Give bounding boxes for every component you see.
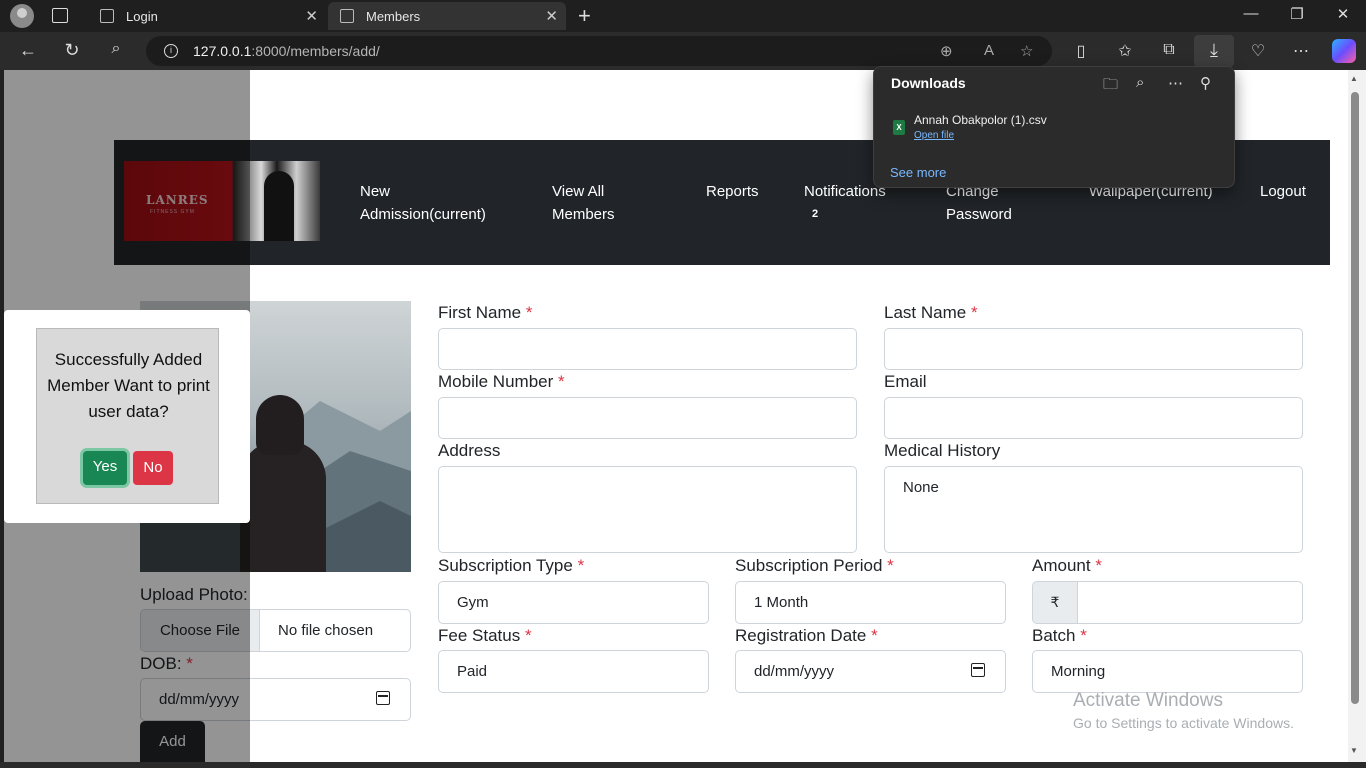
search-icon[interactable]: ⌕ [104,40,128,58]
scroll-down-icon[interactable]: ▼ [1350,746,1358,755]
amount-label: Amount * [1032,556,1102,575]
activate-windows-subtitle: Go to Settings to activate Windows. [1073,715,1294,731]
last-name-input[interactable] [884,328,1303,370]
hooded-person-head [256,395,304,455]
profile-avatar-icon[interactable] [10,4,34,28]
medical-history-value: None [903,479,939,496]
batch-select[interactable]: Morning [1032,650,1303,693]
nav-logout[interactable]: Logout [1260,180,1306,203]
email-input[interactable] [884,397,1303,439]
favorite-star-icon[interactable]: ☆ [1020,42,1033,60]
activate-windows-title: Activate Windows [1073,690,1223,711]
scroll-up-icon[interactable]: ▲ [1350,74,1358,83]
amount-input[interactable] [1077,581,1303,624]
nav-new-admission[interactable]: New Admission(current) [360,180,510,226]
favorites-icon[interactable]: ✩ [1113,41,1137,61]
registration-date-label: Registration Date * [735,626,878,645]
read-aloud-icon[interactable]: A [984,42,994,59]
subscription-type-value: Gym [457,594,489,611]
back-icon[interactable]: ← [16,40,40,61]
download-file-name[interactable]: Annah Obakpolor (1).csv [914,113,1047,127]
browser-toolbar: ← ↻ ⌕ i 127.0.0.1:8000/members/add/ ⊕ A … [0,32,1366,70]
copilot-icon[interactable] [1332,39,1356,63]
collections-icon[interactable]: ⧉ [1157,41,1181,59]
batch-value: Morning [1051,663,1106,680]
medical-history-label: Medical History [884,441,1001,460]
scrollbar-thumb[interactable] [1351,92,1359,704]
first-name-input[interactable] [438,328,857,370]
subscription-period-label: Subscription Period * [735,556,894,575]
mobile-number-label: Mobile Number * [438,372,565,391]
first-name-label: First Name * [438,303,533,322]
fee-status-value: Paid [457,663,488,680]
open-file-link[interactable]: Open file [914,130,954,141]
no-button[interactable]: No [133,451,173,485]
nav-view-all-members[interactable]: View All Members [552,180,652,226]
tab-label: Members [366,8,421,24]
medical-history-textarea[interactable]: None [884,466,1303,553]
dialog-content: Successfully Added Member Want to print … [36,328,219,504]
last-name-label: Last Name * [884,303,978,322]
excel-file-icon: X [893,120,905,135]
fee-status-label: Fee Status * [438,626,532,645]
nav-reports[interactable]: Reports [706,180,759,203]
new-tab-button[interactable]: + [578,3,591,29]
split-screen-icon[interactable]: ▯ [1069,41,1093,61]
file-status-text: No file chosen [278,622,374,639]
url-text[interactable]: 127.0.0.1:8000/members/add/ [193,43,380,59]
minimize-icon[interactable]: — [1228,5,1274,22]
email-label: Email [884,372,927,391]
browser-tab-bar: Login ✕ Members ✕ + — ❐ ✕ [0,0,1366,32]
subscription-period-select[interactable]: 1 Month [735,581,1006,624]
calendar-icon[interactable] [376,691,390,705]
restore-icon[interactable]: ❐ [1274,5,1320,23]
close-tab-icon[interactable]: ✕ [545,7,558,25]
see-more-link[interactable]: See more [890,165,946,180]
zoom-icon[interactable]: ⊕ [940,42,953,60]
registration-date-input[interactable]: dd/mm/yyyy [735,650,1006,693]
yes-button[interactable]: Yes [83,451,127,485]
subscription-type-label: Subscription Type * [438,556,585,575]
tab-label: Login [126,8,158,24]
tab-members[interactable]: Members ✕ [328,2,566,30]
address-textarea[interactable] [438,466,857,553]
taskbar-edge [0,762,1366,768]
search-downloads-icon[interactable]: ⌕ [1136,74,1144,91]
batch-label: Batch * [1032,626,1087,645]
mobile-number-input[interactable] [438,397,857,439]
downloads-title: Downloads [891,75,966,91]
registration-date-placeholder: dd/mm/yyyy [754,663,835,680]
subscription-period-value: 1 Month [754,594,809,611]
subscription-type-select[interactable]: Gym [438,581,709,624]
site-info-icon[interactable]: i [164,44,178,58]
fee-status-select[interactable]: Paid [438,650,709,693]
open-folder-icon[interactable]: 🗀 [1103,74,1118,99]
calendar-icon[interactable] [971,663,985,677]
page-icon [100,9,114,23]
logo-figure [264,171,294,241]
downloads-panel: Downloads 🗀 ⌕ ⋯ ⚲ X Annah Obakpolor (1).… [873,66,1235,188]
more-menu-icon[interactable]: ⋯ [1289,41,1313,61]
address-label: Address [438,441,501,460]
more-options-icon[interactable]: ⋯ [1168,74,1183,92]
close-tab-icon[interactable]: ✕ [305,7,318,25]
tab-login[interactable]: Login ✕ [88,2,326,30]
close-window-icon[interactable]: ✕ [1320,5,1366,23]
notification-count-badge: 2 [812,208,819,220]
rupee-icon: ₹ [1032,581,1078,624]
dialog-message: Successfully Added Member Want to print … [47,350,210,421]
download-icon[interactable]: ⤓ [1194,35,1234,67]
browser-essentials-icon[interactable]: ♡ [1246,41,1270,61]
address-bar[interactable]: i 127.0.0.1:8000/members/add/ ⊕ A ☆ [146,36,1052,66]
success-dialog: Successfully Added Member Want to print … [4,310,250,523]
page-icon [340,9,354,23]
tab-actions-icon[interactable] [52,8,68,23]
refresh-icon[interactable]: ↻ [60,40,84,61]
pin-icon[interactable]: ⚲ [1200,74,1211,92]
hooded-person-body [240,441,326,572]
